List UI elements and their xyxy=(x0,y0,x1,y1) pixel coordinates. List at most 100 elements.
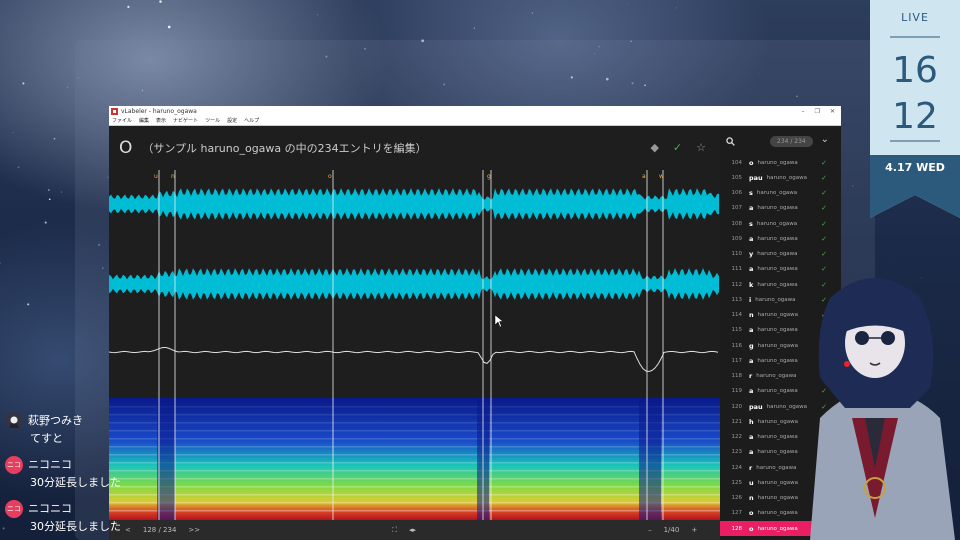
phoneme-marker-label: n xyxy=(171,173,175,180)
entry-list-item[interactable]: 109 a haruno_ogawa ✓ xyxy=(720,231,841,246)
entry-sample: haruno_ogawa xyxy=(757,235,798,242)
entry-index: 114 xyxy=(731,312,743,319)
entry-list-item[interactable]: 108 s haruno_ogawa ✓ xyxy=(720,216,841,231)
star xyxy=(97,243,101,247)
star xyxy=(473,27,475,29)
star xyxy=(364,47,366,50)
star xyxy=(631,82,634,85)
done-check-icon: ✓ xyxy=(821,250,827,259)
menu-file[interactable]: ファイル xyxy=(112,117,132,124)
bottom-bar: < 128 / 234 >> ⛶ ◂▸ – 1/40 + xyxy=(109,520,720,540)
phoneme-marker-label: a xyxy=(642,173,646,180)
maximize-button[interactable]: ❐ xyxy=(815,108,820,115)
menu-navigate[interactable]: ナビゲート xyxy=(173,117,198,124)
star xyxy=(627,3,629,5)
done-check-icon: ✓ xyxy=(821,204,827,213)
star xyxy=(22,82,25,85)
entry-index: 124 xyxy=(731,464,743,471)
phoneme-marker-label: g xyxy=(487,173,491,180)
star-icon[interactable]: ☆ xyxy=(696,141,706,154)
star xyxy=(77,77,79,79)
menu-edit[interactable]: 編集 xyxy=(139,117,149,124)
window-title: vLabeler - haruno_ogawa xyxy=(121,107,197,115)
done-check-icon: ✓ xyxy=(821,189,827,198)
chat-message: ニコ ニコニコ 30分延長しました xyxy=(0,452,140,496)
entry-index: 128 xyxy=(731,525,743,532)
chat-user-name: 萩野つみき xyxy=(28,414,83,427)
waveform-canvas[interactable]: unogaw xyxy=(109,170,720,520)
entry-text: a xyxy=(749,326,754,335)
star xyxy=(852,185,854,187)
menu-settings[interactable]: 設定 xyxy=(227,117,237,124)
mouse-cursor-icon xyxy=(494,314,504,328)
done-check-icon: ✓ xyxy=(821,158,827,167)
entry-index: 108 xyxy=(731,220,743,227)
zoom-out-button[interactable]: – xyxy=(648,526,652,534)
chat-user-name: ニコニコ xyxy=(28,502,72,515)
star xyxy=(443,83,446,86)
phoneme-marker-label: w xyxy=(659,173,664,180)
entry-text: o xyxy=(749,158,754,167)
entry-list-item[interactable]: 107 a haruno_ogawa ✓ xyxy=(720,201,841,216)
star xyxy=(48,189,50,191)
menu-view[interactable]: 表示 xyxy=(156,117,166,124)
entry-index: 109 xyxy=(731,235,743,242)
entry-index: 122 xyxy=(731,434,743,441)
chevron-down-icon[interactable]: ⌄ xyxy=(821,134,829,145)
clock-hour: 16 xyxy=(892,50,938,91)
title-bar: vLabeler - haruno_ogawa – ❐ ✕ xyxy=(109,106,841,116)
entry-text: i xyxy=(749,295,752,304)
entry-name[interactable]: O xyxy=(119,138,132,158)
star xyxy=(570,76,573,79)
entry-text: a xyxy=(749,387,754,396)
entry-text: pau xyxy=(749,173,763,182)
zoom-in-button[interactable]: + xyxy=(691,526,697,534)
entry-text: u xyxy=(749,478,754,487)
entry-index: 105 xyxy=(731,174,743,181)
entry-sample: haruno_ogawa xyxy=(757,205,798,212)
entry-index: 127 xyxy=(731,510,743,517)
done-check-icon: ✓ xyxy=(821,173,827,182)
entry-index: 112 xyxy=(731,281,743,288)
entry-list-item[interactable]: 106 s haruno_ogawa ✓ xyxy=(720,186,841,201)
star xyxy=(60,191,63,193)
close-button[interactable]: ✕ xyxy=(830,108,835,115)
star xyxy=(167,25,171,29)
minimize-button[interactable]: – xyxy=(802,108,805,115)
star xyxy=(127,5,130,9)
spectrogram xyxy=(109,398,720,520)
list-search-row: 234 / 234 ⌄ xyxy=(720,128,841,155)
star xyxy=(53,137,56,140)
star xyxy=(644,84,647,87)
star xyxy=(421,39,425,43)
entry-index: 126 xyxy=(731,495,743,502)
entry-text: a xyxy=(749,234,754,243)
entry-index: 115 xyxy=(731,327,743,334)
fit-screen-icon[interactable]: ⛶ xyxy=(392,526,397,535)
search-icon[interactable] xyxy=(726,137,735,146)
star xyxy=(48,198,51,201)
star xyxy=(159,0,162,3)
entry-list-item[interactable]: 104 o haruno_ogawa ✓ xyxy=(720,155,841,170)
menu-help[interactable]: ヘルプ xyxy=(244,117,259,124)
waveform-channel xyxy=(109,268,719,300)
scroll-to-cursor-icon[interactable]: ◂▸ xyxy=(409,526,416,534)
chat-message-text: 30分延長しました xyxy=(30,476,121,489)
entry-list-item[interactable]: 105 pau haruno_ogawa ✓ xyxy=(720,170,841,185)
entry-text: s xyxy=(749,189,753,198)
multiple-edit-icon[interactable]: ◆ xyxy=(650,141,658,154)
clock-minute: 12 xyxy=(892,96,938,137)
star xyxy=(317,14,318,16)
done-check-icon[interactable]: ✓ xyxy=(673,141,682,154)
entry-list-item[interactable]: 110 y haruno_ogawa ✓ xyxy=(720,247,841,262)
entry-index: 113 xyxy=(731,296,743,303)
next-entry-button[interactable]: >> xyxy=(188,526,200,534)
entry-index: 106 xyxy=(731,190,743,197)
phoneme-marker-label: o xyxy=(328,173,332,180)
star xyxy=(758,73,760,75)
entry-sample: haruno_ogawa xyxy=(757,159,798,166)
star xyxy=(606,77,609,81)
chat-message: ニコ ニコニコ 30分延長しました xyxy=(0,496,140,540)
menu-tools[interactable]: ツール xyxy=(205,117,220,124)
entry-index: 119 xyxy=(731,388,743,395)
